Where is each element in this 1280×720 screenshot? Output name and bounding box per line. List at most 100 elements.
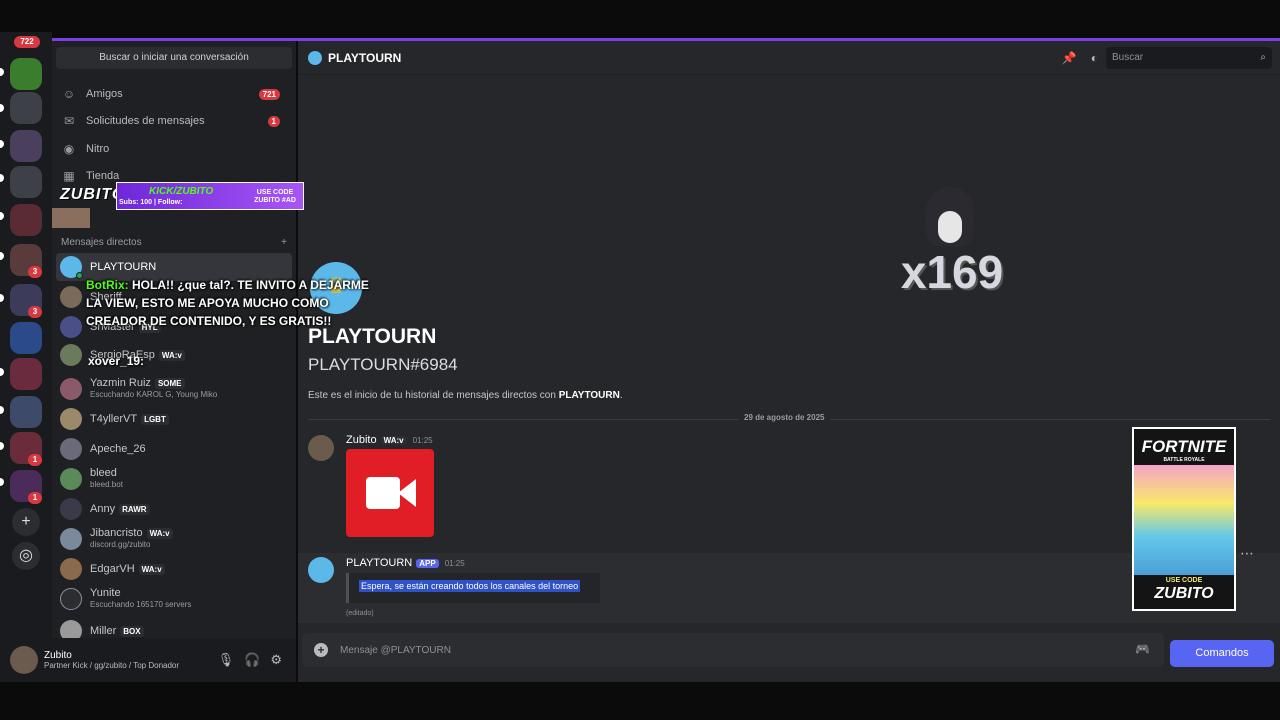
penguin-image: [926, 187, 974, 247]
nav-label: Tienda: [86, 170, 120, 182]
pin-icon[interactable]: 📌: [1062, 51, 1077, 65]
message-author[interactable]: PLAYTOURN: [346, 557, 412, 569]
search-placeholder: Buscar: [1112, 52, 1144, 63]
dm-item[interactable]: Anny RAWR: [56, 495, 292, 523]
find-conversation-button[interactable]: Buscar o iniciar una conversación: [56, 47, 292, 69]
settings-gear-icon[interactable]: ⚙: [270, 652, 282, 668]
unread-pip: [0, 104, 4, 112]
unread-pip: [0, 442, 4, 450]
more-options-icon[interactable]: ⋯: [1240, 545, 1254, 562]
server-icon[interactable]: [10, 322, 42, 354]
user-panel: Zubito Partner Kick / gg/zubito / Top Do…: [0, 638, 296, 682]
avatar: [60, 498, 82, 520]
unread-pip: [0, 406, 4, 414]
avatar: [60, 468, 82, 490]
video-attachment[interactable]: [346, 449, 434, 537]
dm-item[interactable]: Yunite Escuchando 165170 servers: [56, 585, 292, 613]
welcome-username: PLAYTOURN#6984: [308, 355, 458, 374]
dm-item[interactable]: Apeche_26: [56, 435, 292, 463]
app-badge: APP: [416, 558, 439, 568]
avatar: [60, 316, 82, 338]
commands-button[interactable]: Comandos: [1170, 640, 1274, 667]
ad-title: FORTNITE: [1141, 437, 1227, 456]
camera-icon: [366, 477, 400, 509]
dm-item[interactable]: T4yllerVT LGBT: [56, 405, 292, 433]
search-input[interactable]: Buscar ⌕: [1106, 47, 1272, 69]
dm-activity: Escuchando 165170 servers: [90, 600, 192, 609]
dm-activity: Escuchando KAROL G, Young Miko: [90, 390, 218, 399]
dm-item[interactable]: EdgarVH WA:v: [56, 555, 292, 583]
nav-label: Nitro: [86, 143, 110, 155]
avatar[interactable]: [10, 646, 38, 674]
notification-badge: 3: [28, 306, 42, 318]
camera-lens-shape: [398, 479, 416, 507]
message-embed: Espera, se están creando todos los canal…: [346, 573, 600, 603]
streak-emote: x169: [894, 187, 1010, 303]
message-author[interactable]: Zubito: [346, 434, 377, 446]
notification-badge: 1: [28, 492, 42, 504]
friends-count-badge: 721: [258, 88, 280, 100]
message-composer[interactable]: + Mensaje @PLAYTOURN 🎮: [302, 633, 1164, 667]
streak-count: x169: [900, 246, 1004, 298]
guild-tag: LGBT: [141, 413, 169, 425]
guild-tag: RAWR: [119, 503, 150, 515]
kick-stream-banner: KICK/ZUBITO Subs: 100 | Follow: USE CODE…: [116, 182, 304, 210]
channel-header: PLAYTOURN 📌 ◐ Buscar ⌕: [298, 41, 1280, 75]
create-dm-icon[interactable]: +: [281, 237, 287, 248]
avatar: [60, 378, 82, 400]
dm-item[interactable]: bleed bleed.bot: [56, 465, 292, 493]
server-folder-icon[interactable]: [10, 166, 42, 198]
dm-name: PLAYTOURN: [90, 260, 157, 273]
avatar: [60, 286, 82, 308]
user-name: Zubito: [44, 650, 72, 661]
dm-name: Apeche_26: [90, 442, 146, 455]
server-folder-icon[interactable]: [10, 396, 42, 428]
avatar[interactable]: [308, 557, 334, 583]
unread-pip: [0, 212, 4, 220]
gamepad-icon[interactable]: 🎮: [1135, 642, 1150, 656]
server-folder-icon[interactable]: [10, 130, 42, 162]
guild-tag: WA:v: [158, 349, 185, 361]
user-status: Partner Kick / gg/zubito / Top Donador: [44, 661, 180, 670]
server-folder-icon[interactable]: [10, 92, 42, 124]
headphones-icon[interactable]: 🎧: [244, 652, 260, 668]
server-folder-icon[interactable]: [10, 358, 42, 390]
dm-item[interactable]: Yazmin Ruiz SOME Escuchando KAROL G, Youn…: [56, 375, 292, 403]
dm-name: bleed: [90, 467, 117, 479]
nitro-icon: ◉: [63, 142, 75, 156]
server-folder-icon[interactable]: [10, 204, 42, 236]
avatar: [60, 408, 82, 430]
notification-badge: 722: [14, 36, 40, 48]
server-icon[interactable]: [10, 58, 42, 90]
chat-text: HOLA!! ¿que tal?. TE INVITO A DEJARME LA…: [86, 278, 369, 328]
message-header: Zubito WA:v 01:25: [346, 434, 433, 446]
avatar[interactable]: [308, 435, 334, 461]
dm-name: Jibancristo: [90, 527, 143, 539]
nav-message-requests[interactable]: ✉ Solicitudes de mensajes 1: [56, 108, 292, 134]
dm-name: Yazmin Ruiz: [90, 377, 151, 389]
unread-pip: [0, 68, 4, 76]
nav-friends[interactable]: ☺ Amigos 721: [56, 81, 292, 107]
mail-icon: ✉: [63, 114, 75, 128]
unread-pip: [0, 368, 4, 376]
dm-item[interactable]: Jibancristo WA:v discord.gg/zubito: [56, 525, 292, 553]
user-profile-icon[interactable]: ◐: [1091, 51, 1098, 65]
guild-tag: WA:v: [380, 435, 407, 445]
unread-pip: [0, 478, 4, 486]
message-input[interactable]: Mensaje @PLAYTOURN: [340, 645, 451, 656]
ad-subtitle: BATTLE ROYALE: [1163, 457, 1205, 463]
dm-section-header: Mensajes directos +: [61, 237, 287, 248]
microphone-icon[interactable]: 🎙: [218, 652, 235, 668]
attach-plus-icon[interactable]: +: [314, 643, 328, 657]
guild-tag: WA:v: [146, 528, 173, 539]
message-time: 01:25: [412, 435, 433, 445]
dm-name: Yunite: [90, 587, 121, 599]
nav-nitro[interactable]: ◉ Nitro: [56, 136, 292, 162]
welcome-bold: PLAYTOURN: [558, 390, 620, 401]
shop-icon: ▦: [63, 169, 75, 183]
guild-tag: WA:v: [138, 563, 165, 575]
webcam-thumbnail: [52, 208, 90, 228]
add-server-icon[interactable]: +: [12, 508, 40, 536]
avatar: [60, 588, 82, 610]
explore-servers-icon[interactable]: ◎: [12, 542, 40, 570]
